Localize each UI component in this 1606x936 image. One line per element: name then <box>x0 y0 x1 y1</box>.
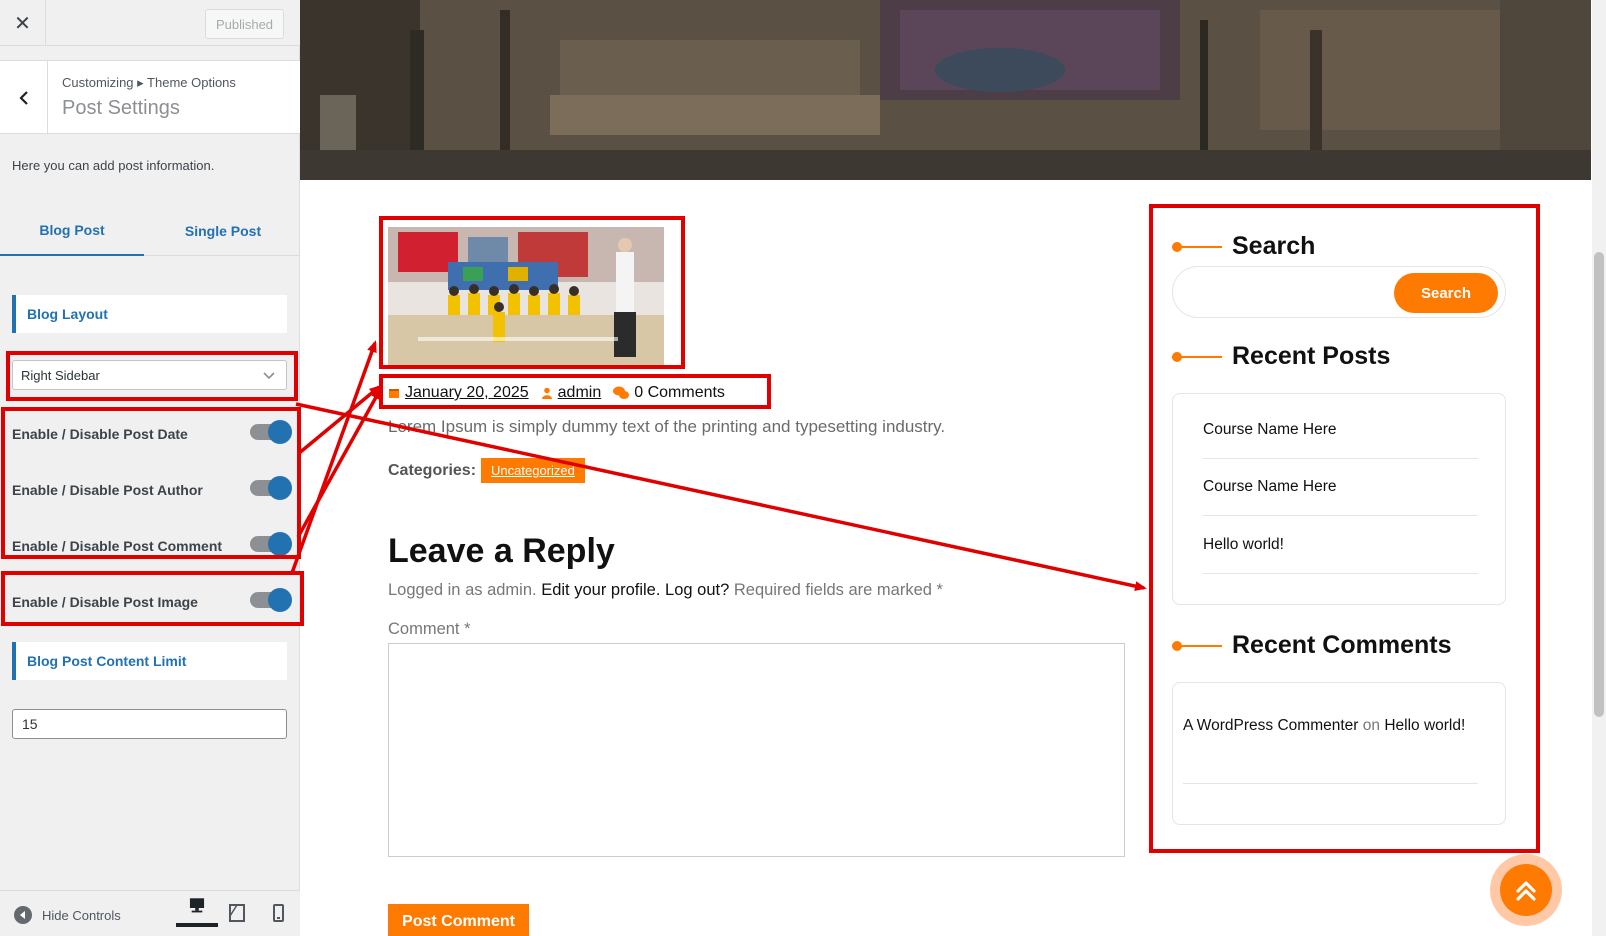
customizer-footer: Hide Controls <box>0 890 300 936</box>
recent-comments-card: A WordPress Commenter on Hello world! <box>1172 682 1506 825</box>
section-header: Customizing ▸ Theme Options Post Setting… <box>0 60 300 134</box>
required-note: Required fields are marked * <box>733 581 943 599</box>
tab-blog-post[interactable]: Blog Post <box>0 206 144 256</box>
recent-comments-title-text: Recent Comments <box>1232 631 1452 659</box>
chevron-down-icon <box>263 372 275 380</box>
reply-title: Leave a Reply <box>388 532 615 570</box>
title-accent-icon <box>1172 640 1222 651</box>
double-chevron-up-icon <box>1516 881 1536 901</box>
comment-post-link[interactable]: Hello world! <box>1384 717 1465 734</box>
comments-icon <box>613 386 630 399</box>
search-button[interactable]: Search <box>1394 273 1498 313</box>
content-limit-input[interactable]: 15 <box>12 709 287 739</box>
post-comments-count[interactable]: 0 Comments <box>634 384 725 402</box>
preview-scrollbar[interactable] <box>1592 0 1606 936</box>
recent-comment: A WordPress Commenter on Hello world! <box>1183 711 1473 740</box>
recent-posts-title: Recent Posts <box>1172 342 1390 371</box>
chevron-left-icon <box>18 90 28 105</box>
post-excerpt: Lorem Ipsum is simply dummy text of the … <box>388 417 946 436</box>
post-image-toggle[interactable] <box>250 588 292 612</box>
toggle-label: Enable / Disable Post Comment <box>12 538 223 554</box>
hide-controls-label: Hide Controls <box>42 907 121 923</box>
title-accent-icon <box>1172 241 1222 252</box>
post-author-toggle[interactable] <box>250 476 292 500</box>
tab-bar: Blog Post Single Post <box>0 206 300 256</box>
post-author-link[interactable]: admin <box>558 384 602 402</box>
post-date-link[interactable]: January 20, 2025 <box>405 384 529 402</box>
toggle-row-post-image: Enable / Disable Post Image <box>12 588 292 618</box>
toggle-row-post-date: Enable / Disable Post Date <box>12 420 292 450</box>
post-categories: Categories: Uncategorized <box>388 458 585 483</box>
toggle-label: Enable / Disable Post Author <box>12 482 203 498</box>
post-meta: January 20, 2025 admin 0 Comments <box>388 380 725 406</box>
logged-in-text: Logged in as admin. <box>388 581 537 599</box>
log-out-link[interactable]: Log out? <box>665 581 729 599</box>
toggle-row-post-author: Enable / Disable Post Author <box>12 476 292 506</box>
divider <box>1183 783 1478 784</box>
post-date-toggle[interactable] <box>250 420 292 444</box>
search-title-text: Search <box>1232 232 1316 260</box>
blog-layout-heading: Blog Layout <box>12 295 287 333</box>
user-icon <box>541 387 552 399</box>
section-description: Here you can add post information. <box>12 158 215 173</box>
comment-textarea[interactable] <box>388 643 1125 857</box>
toggle-label: Enable / Disable Post Image <box>12 594 198 610</box>
customizer-panel: ✕ Published Customizing ▸ Theme Options … <box>0 0 300 936</box>
post-comment-button[interactable]: Post Comment <box>388 904 529 936</box>
recent-post-link[interactable]: Course Name Here <box>1203 459 1478 516</box>
calendar-icon <box>389 389 399 398</box>
comment-label: Comment * <box>388 620 471 638</box>
desktop-preview-icon[interactable] <box>176 893 218 927</box>
recent-post-link[interactable]: Course Name Here <box>1203 402 1478 459</box>
page-title: Post Settings <box>62 97 180 119</box>
comment-author-link[interactable]: A WordPress Commenter <box>1183 717 1358 734</box>
breadcrumb: Customizing ▸ Theme Options <box>62 75 236 90</box>
back-button[interactable] <box>0 61 48 134</box>
customizer-header-bar: ✕ Published <box>0 0 300 46</box>
recent-posts-title-text: Recent Posts <box>1232 342 1391 370</box>
recent-posts-card: Course Name Here Course Name Here Hello … <box>1172 393 1506 605</box>
layout-select[interactable]: Right Sidebar <box>12 360 287 390</box>
mobile-preview-icon[interactable] <box>268 903 288 923</box>
tablet-preview-icon[interactable] <box>227 903 247 923</box>
logged-in-note: Logged in as admin. Edit your profile. L… <box>388 581 943 600</box>
toggle-label: Enable / Disable Post Date <box>12 426 188 442</box>
toggle-row-post-comment: Enable / Disable Post Comment <box>12 532 292 562</box>
tab-single-post[interactable]: Single Post <box>148 206 298 256</box>
categories-label: Categories: <box>388 461 477 479</box>
post-thumbnail[interactable] <box>388 227 664 367</box>
layout-select-value: Right Sidebar <box>21 367 100 383</box>
close-icon[interactable]: ✕ <box>0 0 46 46</box>
recent-post-link[interactable]: Hello world! <box>1203 517 1478 574</box>
comment-on-text: on <box>1362 717 1380 734</box>
collapse-icon <box>14 906 32 924</box>
back-to-top-button[interactable] <box>1490 854 1562 926</box>
category-tag[interactable]: Uncategorized <box>481 458 585 483</box>
hero-image <box>300 0 1591 180</box>
hide-controls-button[interactable]: Hide Controls <box>14 906 121 924</box>
recent-comments-title: Recent Comments <box>1172 631 1452 660</box>
post-comment-toggle[interactable] <box>250 532 292 556</box>
edit-profile-link[interactable]: Edit your profile. <box>541 581 660 599</box>
published-button[interactable]: Published <box>205 9 284 39</box>
search-widget-title: Search <box>1172 232 1315 261</box>
title-accent-icon <box>1172 351 1222 362</box>
content-limit-heading: Blog Post Content Limit <box>12 642 287 680</box>
search-input[interactable]: Search <box>1172 266 1506 318</box>
